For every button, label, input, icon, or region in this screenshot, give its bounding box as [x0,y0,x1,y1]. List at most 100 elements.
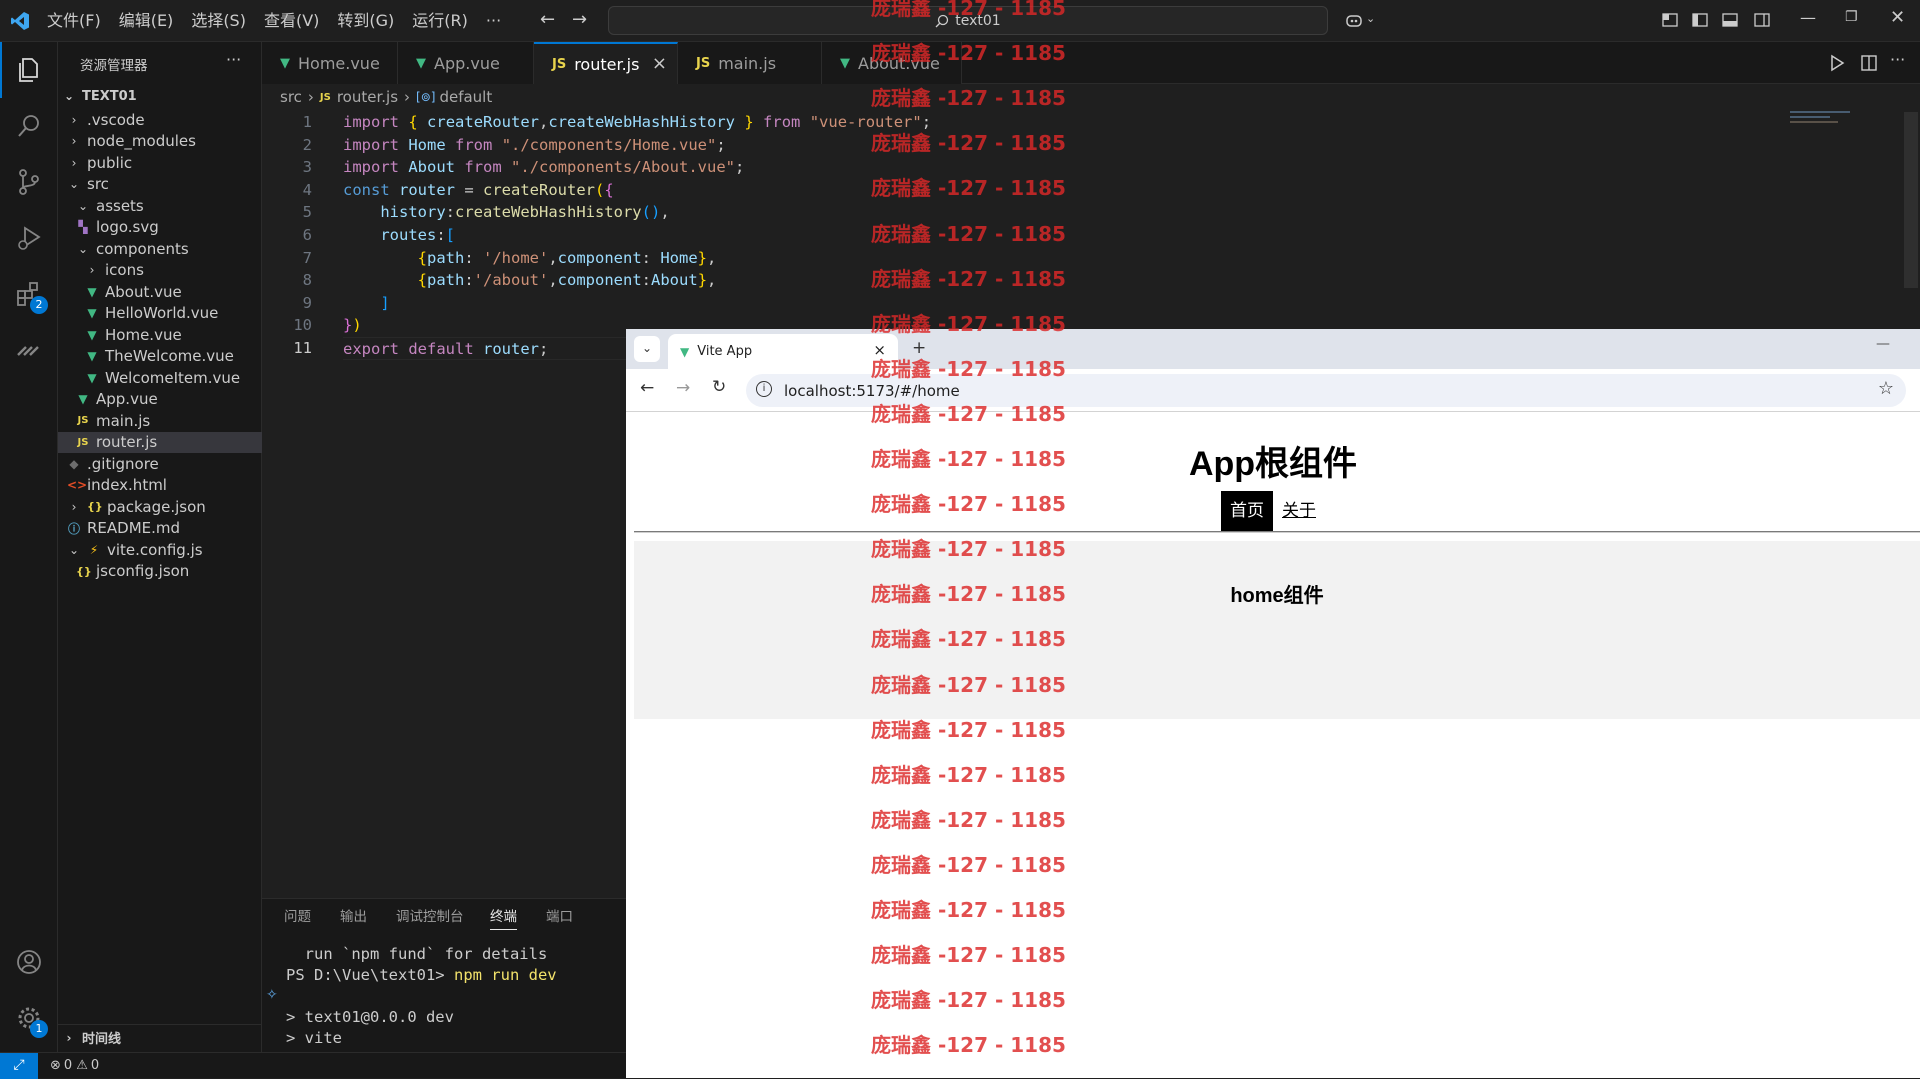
nav-back-icon[interactable]: ← [540,9,555,30]
nav-link-home[interactable]: 首页 [1221,491,1273,531]
watermark-text: 庞瑞鑫 -127 - 1185 [871,356,1066,381]
watermark-text: 庞瑞鑫 -127 - 1185 [871,401,1066,426]
split-editor-icon[interactable] [1860,54,1878,72]
tree-item[interactable]: ⌄ assets [58,195,262,217]
bookmark-star-icon[interactable]: ☆ [1878,378,1894,399]
tree-item-label: router.js [96,433,158,452]
chevron-right-icon: › [89,263,95,278]
breadcrumb-folder[interactable]: src [280,88,302,106]
copilot-icon[interactable] [1344,10,1364,30]
tree-item[interactable]: ▚ logo.svg [58,217,262,239]
timeline-section[interactable]: › 时间线 [58,1024,262,1050]
breadcrumb-file[interactable]: router.js [337,88,398,106]
minimap[interactable] [1790,108,1856,132]
browser-forward-icon[interactable]: → [676,378,690,398]
timeline-title: 时间线 [82,1032,122,1047]
panel-tab-ports[interactable]: 端口 [546,905,573,925]
explorer-more-icon[interactable]: ··· [226,50,241,69]
run-debug-icon[interactable] [0,210,58,266]
tree-item[interactable]: ⓘ README.md [58,518,262,540]
close-tab-icon[interactable]: × [652,53,667,74]
panel-tab-problems[interactable]: 问题 [284,905,311,925]
search-view-icon[interactable] [0,98,58,154]
watermark-text: 庞瑞鑫 -127 - 1185 [871,852,1066,877]
menu-run[interactable]: 运行(R) [403,0,477,42]
menu-more[interactable]: ··· [477,0,510,42]
tree-item[interactable]: › {} package.json [58,496,262,518]
source-control-icon[interactable] [0,154,58,210]
panel-tab-terminal[interactable]: 终端 [490,905,517,930]
sparkle-icon[interactable]: ✧ [266,987,278,1003]
tab-app-vue[interactable]: ▼ App.vue [398,42,534,84]
tree-item[interactable]: ▼ Home.vue [58,324,262,346]
nav-forward-icon[interactable]: → [572,9,587,30]
watermark-text: 庞瑞鑫 -127 - 1185 [871,762,1066,787]
project-root[interactable]: ⌄ TEXT01 [58,83,262,109]
nav-link-about[interactable]: 关于 [1273,491,1325,531]
error-icon: ⊗ [50,1058,61,1073]
toggle-primary-sidebar-icon[interactable] [1690,10,1710,30]
tree-item[interactable]: ▼ TheWelcome.vue [58,346,262,368]
breadcrumb-symbol[interactable]: default [439,88,492,106]
toggle-secondary-sidebar-icon[interactable] [1752,10,1772,30]
bottom-panel: 问题 输出 调试控制台 终端 端口 run `npm fund` for det… [262,898,626,1052]
problems-status[interactable]: ⊗ 0 ⚠ 0 [50,1058,99,1073]
tree-item[interactable]: ▼ WelcomeItem.vue [58,367,262,389]
tab-main-js[interactable]: JS main.js [678,42,822,84]
browser-tab-title: Vite App [697,344,753,359]
remote-indicator-icon[interactable]: ⤢ [0,1053,38,1079]
tab-home-vue[interactable]: ▼ Home.vue [262,42,398,84]
tree-item[interactable]: ▼ App.vue [58,389,262,411]
watermark-text: 庞瑞鑫 -127 - 1185 [871,447,1066,471]
vue-file-icon: ▼ [87,349,97,364]
watermark-text: 庞瑞鑫 -127 - 1185 [871,1033,1066,1058]
browser-back-icon[interactable]: ← [640,378,654,398]
extensions-badge: 2 [30,296,48,314]
toggle-panel-icon[interactable] [1720,10,1740,30]
editor-more-icon[interactable]: ··· [1890,50,1905,69]
menu-view[interactable]: 查看(V) [255,0,328,42]
tree-item[interactable]: <> index.html [58,475,262,497]
run-file-icon[interactable] [1828,54,1846,72]
accounts-icon[interactable] [0,934,58,990]
url-text: localhost:5173/#/home [784,381,960,400]
restore-icon[interactable]: ❐ [1845,9,1858,25]
tree-item-label: package.json [107,497,206,516]
tree-item[interactable]: {} jsconfig.json [58,561,262,583]
terminal-prompt: PS D:\Vue\text01> [286,966,454,984]
tree-item[interactable]: › public [58,152,262,174]
customize-layout-icon[interactable] [1660,10,1680,30]
tab-router-js[interactable]: JS router.js × [534,42,678,84]
panel-tab-output[interactable]: 输出 [340,905,367,925]
tab-search-icon[interactable]: ⌄ [634,336,660,362]
tree-item[interactable]: › icons [58,260,262,282]
explorer-icon[interactable] [0,42,58,98]
close-window-icon[interactable]: ✕ [1890,7,1905,28]
tree-item[interactable]: › .vscode [58,109,262,131]
warning-count: 0 [90,1058,100,1073]
tree-item[interactable]: JS router.js [58,431,262,453]
tree-item[interactable]: ⌄ src [58,174,262,196]
tree-item[interactable]: JS main.js [58,410,262,432]
tree-item[interactable]: ▼ About.vue [58,281,262,303]
tree-item[interactable]: ⌄ ⚡ vite.config.js [58,539,262,561]
menu-goto[interactable]: 转到(G) [328,0,403,42]
tree-item[interactable]: › node_modules [58,131,262,153]
panel-tab-debug-console[interactable]: 调试控制台 [396,905,464,925]
remote-explorer-icon[interactable] [0,322,58,378]
browser-minimize-icon[interactable]: — [1876,336,1890,352]
menu-file[interactable]: 文件(F) [38,0,110,42]
reload-icon[interactable]: ↻ [712,377,726,397]
tree-item[interactable]: ▼ HelloWorld.vue [58,303,262,325]
browser-tab[interactable]: ▼ Vite App × [668,334,898,369]
extensions-icon[interactable]: 2 [0,266,58,322]
tree-item[interactable]: ⌄ components [58,238,262,260]
tree-item[interactable]: ◆ .gitignore [58,453,262,475]
menu-selection[interactable]: 选择(S) [182,0,255,42]
minimize-icon[interactable]: — [1800,8,1816,27]
editor-scrollbar[interactable] [1904,112,1918,288]
settings-gear-icon[interactable]: 1 [0,990,58,1046]
site-info-icon[interactable]: i [756,381,772,397]
menu-edit[interactable]: 编辑(E) [110,0,183,42]
copilot-dropdown-icon[interactable]: ⌄ [1366,12,1375,25]
